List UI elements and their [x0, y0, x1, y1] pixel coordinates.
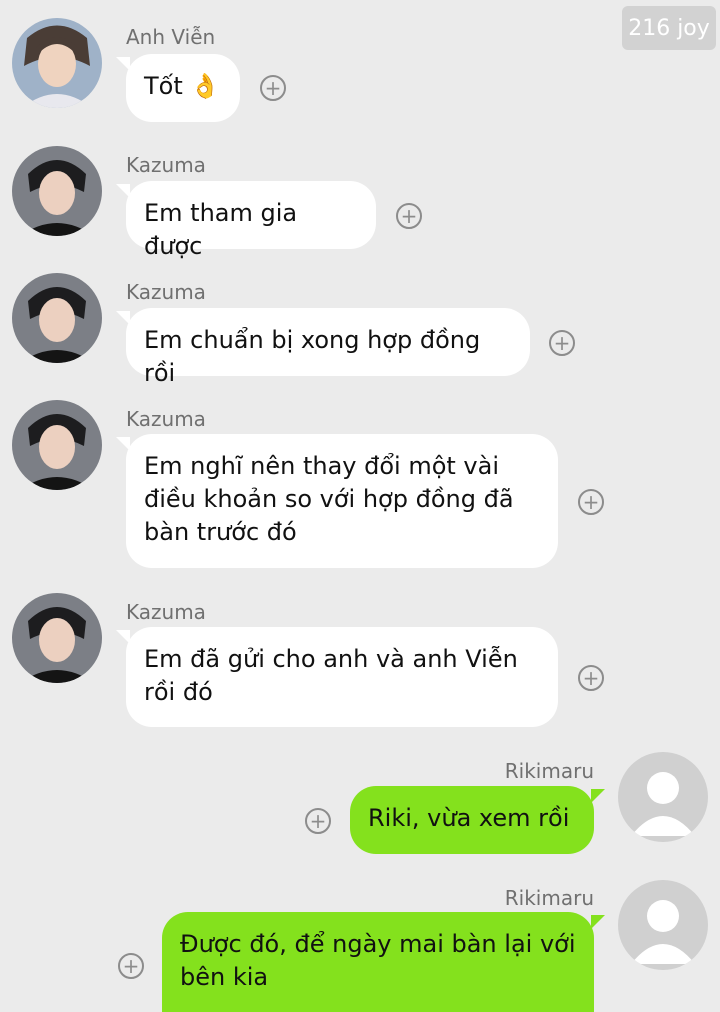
add-reaction-icon[interactable]: +: [305, 808, 331, 834]
default-user-avatar-icon: [618, 880, 708, 970]
default-user-avatar-icon: [618, 752, 708, 842]
bubble-tail: [591, 915, 605, 929]
bubble-tail: [591, 789, 605, 803]
sender-name: Kazuma: [126, 153, 206, 177]
add-reaction-icon[interactable]: +: [118, 953, 144, 979]
user-photo-avatar-icon: [12, 400, 102, 490]
add-reaction-icon[interactable]: +: [260, 75, 286, 101]
sender-avatar[interactable]: [12, 593, 102, 683]
sender-name: Kazuma: [126, 280, 206, 304]
sender-avatar[interactable]: [12, 273, 102, 363]
message-bubble[interactable]: Em chuẩn bị xong hợp đồng rồi: [126, 308, 530, 387]
sender-avatar[interactable]: [12, 400, 102, 490]
user-photo-avatar-icon: [12, 146, 102, 236]
add-reaction-icon[interactable]: +: [578, 489, 604, 515]
sender-avatar[interactable]: [618, 880, 708, 970]
message-bubble[interactable]: Tốt 👌: [126, 54, 240, 122]
sender-name: Rikimaru: [504, 759, 594, 783]
user-photo-avatar-icon: [12, 593, 102, 683]
message-bubble[interactable]: Em đã gửi cho anh và anh Viễn rồi đó: [126, 627, 558, 727]
sender-avatar[interactable]: [12, 146, 102, 236]
sender-name: Kazuma: [126, 600, 206, 624]
message-bubble[interactable]: Em nghĩ nên thay đổi một vài điều khoản …: [126, 434, 558, 568]
message-bubble[interactable]: Riki, vừa xem rồi: [350, 786, 594, 854]
add-reaction-icon[interactable]: +: [396, 203, 422, 229]
sender-avatar[interactable]: [618, 752, 708, 842]
user-photo-avatar-icon: [12, 18, 102, 108]
sender-name: Kazuma: [126, 407, 206, 431]
message-bubble[interactable]: Em tham gia được: [126, 181, 376, 260]
user-photo-avatar-icon: [12, 273, 102, 363]
sender-name: Anh Viễn: [126, 25, 216, 49]
watermark-badge: 216 joy: [622, 6, 716, 50]
add-reaction-icon[interactable]: +: [549, 330, 575, 356]
sender-avatar[interactable]: [12, 18, 102, 108]
add-reaction-icon[interactable]: +: [578, 665, 604, 691]
message-bubble[interactable]: Được đó, để ngày mai bàn lại với bên kia: [162, 912, 594, 1012]
sender-name: Rikimaru: [504, 886, 594, 910]
